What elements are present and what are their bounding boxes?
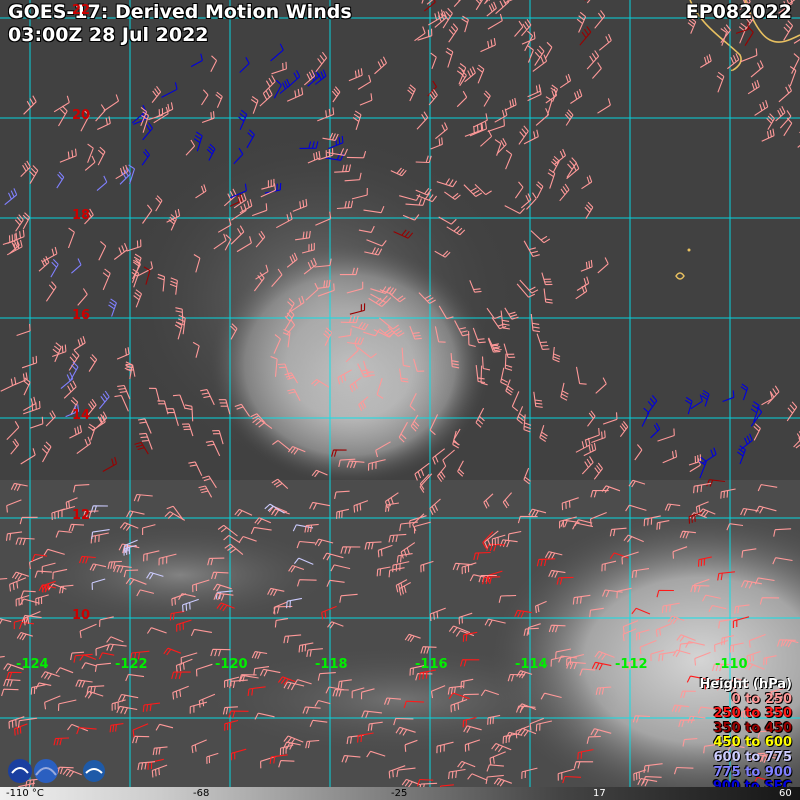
lat-label: 20 — [72, 108, 91, 123]
lat-label: 12 — [72, 508, 91, 523]
colorbar-tick: -25 — [391, 788, 408, 799]
colorbar-tick: -68 — [193, 788, 210, 799]
lat-label: 22 — [72, 3, 91, 18]
colorbar-tick: 17 — [593, 788, 606, 799]
legend-item: 775 to 900 — [713, 764, 792, 780]
legend-item: 350 to 450 — [713, 720, 792, 736]
valid-time: 03:00Z 28 Jul 2022 — [8, 24, 209, 46]
product-title: GOES-17: Derived Motion Winds — [8, 1, 352, 23]
legend-item: 0 to 250 — [731, 691, 792, 707]
agency-logos — [8, 759, 105, 783]
satellite-wind-map: GOES-17: Derived Motion Winds 03:00Z 28 … — [0, 0, 800, 800]
lon-label: -112 — [615, 657, 648, 672]
lat-label: 16 — [72, 308, 91, 323]
temperature-colorbar: -110 °C -68 -25 17 60 — [0, 787, 800, 800]
colorbar-tick: 60 — [779, 788, 792, 799]
lat-label: 10 — [72, 608, 91, 623]
storm-outflow — [120, 130, 520, 470]
colorbar-tick: -110 °C — [6, 788, 44, 799]
legend-item: 450 to 600 — [713, 735, 792, 751]
legend-item: 600 to 775 — [713, 749, 792, 765]
height-legend: Height (hPa) 0 to 250 250 to 350 350 to … — [699, 677, 792, 795]
lon-label: -120 — [215, 657, 248, 672]
lon-label: -116 — [415, 657, 448, 672]
lon-label: -122 — [115, 657, 148, 672]
legend-title: Height (hPa) — [699, 677, 792, 692]
storm-id: EP082022 — [685, 1, 792, 23]
lon-label: -124 — [16, 657, 49, 672]
lon-label: -118 — [315, 657, 348, 672]
south-cloud-streak — [10, 520, 350, 630]
islet — [687, 248, 691, 252]
infrared-imagery — [0, 0, 800, 800]
lat-label: 14 — [72, 408, 91, 423]
lat-label: 18 — [72, 208, 91, 223]
lon-label: -110 — [715, 657, 748, 672]
lon-label: -114 — [515, 657, 548, 672]
legend-item: 250 to 350 — [713, 706, 792, 722]
